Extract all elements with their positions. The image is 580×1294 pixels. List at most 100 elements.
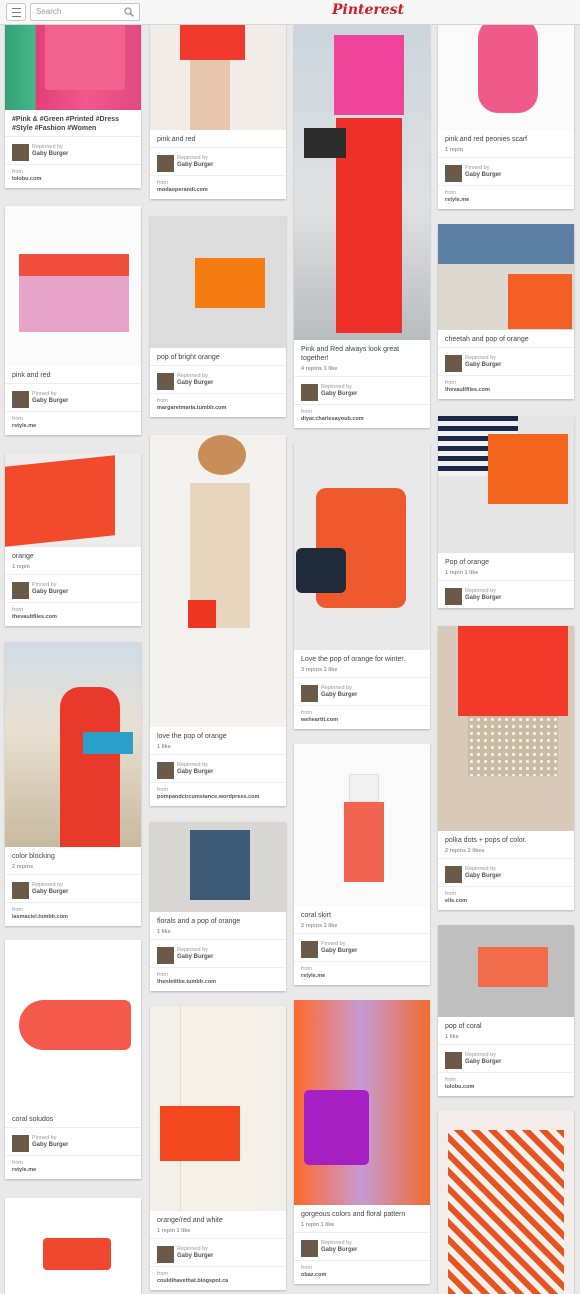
- pin-image[interactable]: [5, 940, 141, 1110]
- pin-image[interactable]: [438, 224, 574, 330]
- pin-card[interactable]: gorgeous colors and floral pattern 1 rep…: [294, 1000, 430, 1284]
- avatar[interactable]: [157, 373, 174, 390]
- pin-card[interactable]: pop of bright orange Repinned by Gaby Bu…: [150, 216, 286, 417]
- pin-image[interactable]: [150, 1006, 286, 1211]
- source-link[interactable]: obaz.com: [301, 1272, 326, 1278]
- source-link[interactable]: rstyle.me: [12, 423, 36, 429]
- avatar[interactable]: [12, 144, 29, 161]
- avatar[interactable]: [301, 941, 318, 958]
- pinner-name[interactable]: Gaby Burger: [32, 589, 68, 595]
- source-link[interactable]: thenletitbe.tumblr.com: [157, 979, 216, 985]
- pinner-name[interactable]: Gaby Burger: [321, 1247, 357, 1253]
- pinner-name[interactable]: Gaby Burger: [465, 172, 501, 178]
- avatar[interactable]: [157, 1246, 174, 1263]
- pin-image[interactable]: [438, 1110, 574, 1294]
- pinner-name[interactable]: Gaby Burger: [465, 1059, 501, 1065]
- pin-image[interactable]: [294, 443, 430, 650]
- source-link[interactable]: lolobu.com: [12, 176, 41, 182]
- pinner-name[interactable]: Gaby Burger: [177, 162, 213, 168]
- pin-image[interactable]: [438, 925, 574, 1017]
- source-link[interactable]: lasmaciel.tumblr.com: [12, 914, 68, 920]
- pin-image[interactable]: [150, 822, 286, 912]
- avatar[interactable]: [445, 588, 462, 605]
- pinner-name[interactable]: Gaby Burger: [32, 398, 68, 404]
- search-icon[interactable]: [124, 7, 134, 17]
- avatar[interactable]: [445, 165, 462, 182]
- source-link[interactable]: lolobu.com: [445, 1084, 474, 1090]
- pin-card[interactable]: orange 1 repin Pinned by Gaby Burger fro…: [5, 453, 141, 626]
- from-label: from: [157, 398, 168, 404]
- menu-button[interactable]: [6, 3, 26, 21]
- pin-card[interactable]: orange/red and white 1 repin 1 like Repi…: [150, 1006, 286, 1290]
- avatar[interactable]: [445, 1052, 462, 1069]
- avatar[interactable]: [301, 685, 318, 702]
- pin-card[interactable]: polka dots + pops of color. 2 repins 2 l…: [438, 626, 574, 910]
- pin-card[interactable]: [5, 1198, 141, 1294]
- pinner-name[interactable]: Gaby Burger: [32, 1142, 68, 1148]
- source-link[interactable]: thevaultfiles.com: [12, 614, 57, 620]
- avatar[interactable]: [12, 1135, 29, 1152]
- avatar[interactable]: [301, 1240, 318, 1257]
- pinner-name[interactable]: Gaby Burger: [465, 362, 501, 368]
- source-link[interactable]: margaretmaria.tumblr.com: [157, 405, 226, 411]
- avatar[interactable]: [445, 355, 462, 372]
- pinterest-logo[interactable]: Pinterest: [332, 2, 404, 18]
- avatar[interactable]: [12, 391, 29, 408]
- pin-image[interactable]: [294, 0, 430, 340]
- avatar[interactable]: [12, 582, 29, 599]
- pin-image[interactable]: [5, 206, 141, 366]
- pinner-name[interactable]: Gaby Burger: [321, 391, 357, 397]
- pinner-name[interactable]: Gaby Burger: [32, 151, 68, 157]
- source-link[interactable]: couldihavethat.blogspot.ca: [157, 1278, 228, 1284]
- avatar[interactable]: [12, 882, 29, 899]
- pin-image[interactable]: [150, 435, 286, 727]
- pin-image[interactable]: [294, 1000, 430, 1205]
- pinner-name[interactable]: Gaby Burger: [465, 595, 501, 601]
- source-link[interactable]: weheartit.com: [301, 717, 338, 723]
- pin-card[interactable]: Love the pop of orange for winter. 3 rep…: [294, 443, 430, 729]
- avatar[interactable]: [301, 384, 318, 401]
- pinner-name[interactable]: Gaby Burger: [465, 873, 501, 879]
- pin-card[interactable]: cheetah and pop of orange Repinned by Ga…: [438, 224, 574, 399]
- pin-card[interactable]: pop of coral 1 like Repinned by Gaby Bur…: [438, 925, 574, 1096]
- pinner-name[interactable]: Gaby Burger: [32, 889, 68, 895]
- pin-card[interactable]: love the pop of orange 1 like Repinned b…: [150, 435, 286, 806]
- avatar[interactable]: [157, 155, 174, 172]
- source-link[interactable]: rstyle.me: [301, 973, 325, 979]
- pin-image[interactable]: [5, 642, 141, 847]
- pin-image[interactable]: [294, 744, 430, 906]
- search-input[interactable]: Search: [30, 3, 140, 21]
- pinner-name[interactable]: Gaby Burger: [177, 954, 213, 960]
- avatar[interactable]: [157, 947, 174, 964]
- pin-image[interactable]: [438, 416, 574, 553]
- pin-image[interactable]: [5, 453, 141, 547]
- pin-card[interactable]: pink and red peonies scarf 1 repin Pinne…: [438, 0, 574, 209]
- pin-image[interactable]: [150, 216, 286, 348]
- pin-image[interactable]: [5, 1198, 141, 1294]
- pin-image[interactable]: [438, 626, 574, 831]
- pinner-name[interactable]: Gaby Burger: [177, 1253, 213, 1259]
- pin-card[interactable]: color blocking 2 repins Repinned by Gaby…: [5, 642, 141, 926]
- pin-card[interactable]: Pop of orange 1 repin 1 like Repinned by…: [438, 416, 574, 608]
- avatar[interactable]: [157, 762, 174, 779]
- pin-card[interactable]: pink and red Pinned by Gaby Burger from r…: [5, 206, 141, 435]
- pin-card[interactable]: Pink and Red always look great together!…: [294, 0, 430, 428]
- pin-card[interactable]: #Pink & #Green #Printed #Dress #Style #F…: [5, 0, 141, 188]
- source-link[interactable]: thevaultfiles.com: [445, 387, 490, 393]
- pin-card[interactable]: [438, 1110, 574, 1294]
- pin-card[interactable]: coral skirt 2 repins 1 like Pinned by Ga…: [294, 744, 430, 985]
- pinner-name[interactable]: Gaby Burger: [177, 769, 213, 775]
- pin-card[interactable]: florals and a pop of orange 1 like Repin…: [150, 822, 286, 991]
- source-link[interactable]: rstyle.me: [12, 1167, 36, 1173]
- pin-card[interactable]: coral soludos Pinned by Gaby Burger from…: [5, 940, 141, 1179]
- source-link[interactable]: elle.com: [445, 898, 467, 904]
- source-link[interactable]: pompandcircumstance.wordpress.com: [157, 794, 259, 800]
- pinner-name[interactable]: Gaby Burger: [177, 380, 213, 386]
- avatar[interactable]: [445, 866, 462, 883]
- pinner-name[interactable]: Gaby Burger: [321, 692, 357, 698]
- pin-card[interactable]: pink and red Repinned by Gaby Burger fro…: [150, 0, 286, 199]
- source-link[interactable]: modaoperandi.com: [157, 187, 208, 193]
- source-link[interactable]: diyar.charlesayoub.com: [301, 416, 364, 422]
- source-link[interactable]: rstyle.me: [445, 197, 469, 203]
- pinner-name[interactable]: Gaby Burger: [321, 948, 357, 954]
